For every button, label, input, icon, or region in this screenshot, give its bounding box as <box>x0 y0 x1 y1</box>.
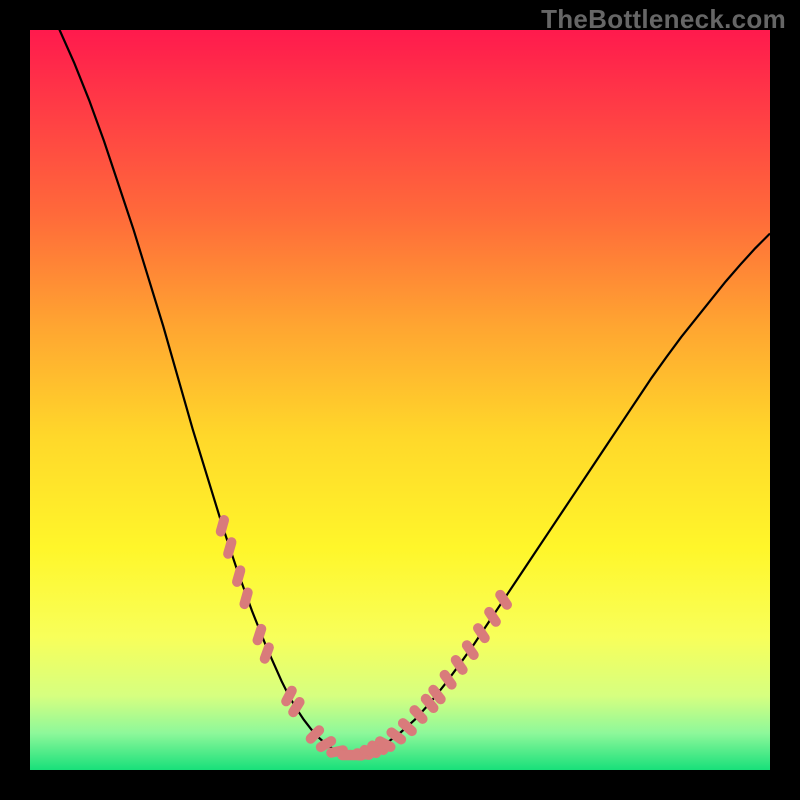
chart-outer-frame: TheBottleneck.com <box>0 0 800 800</box>
plot-area <box>30 30 770 770</box>
bottleneck-chart-svg <box>30 30 770 770</box>
gradient-background <box>30 30 770 770</box>
